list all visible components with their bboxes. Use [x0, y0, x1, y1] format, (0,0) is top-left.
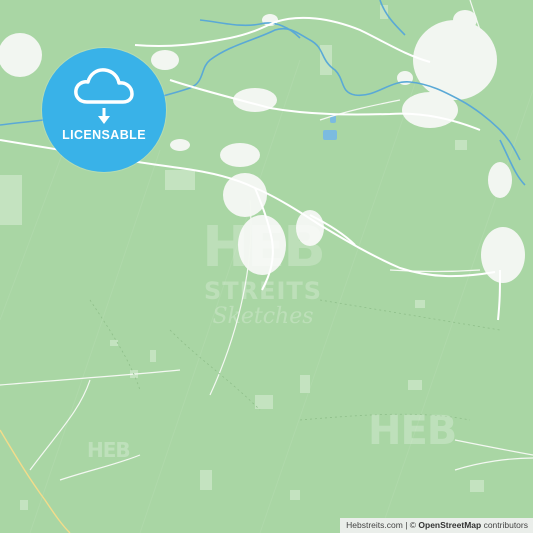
attribution-osm-link[interactable]: OpenStreetMap	[418, 520, 481, 530]
licensable-badge[interactable]: LICENSABLE	[42, 48, 166, 172]
attribution-separator: | ©	[402, 520, 419, 530]
town-center	[223, 173, 267, 217]
badge-label: LICENSABLE	[62, 128, 146, 142]
cloud-download-icon	[74, 68, 134, 124]
attribution-suffix: contributors	[481, 520, 528, 530]
attribution-site[interactable]: Hebstreits.com	[346, 520, 403, 530]
town-east	[481, 227, 525, 283]
town-northwest	[0, 33, 42, 77]
map-attribution: Hebstreits.com | © OpenStreetMap contrib…	[340, 518, 533, 533]
